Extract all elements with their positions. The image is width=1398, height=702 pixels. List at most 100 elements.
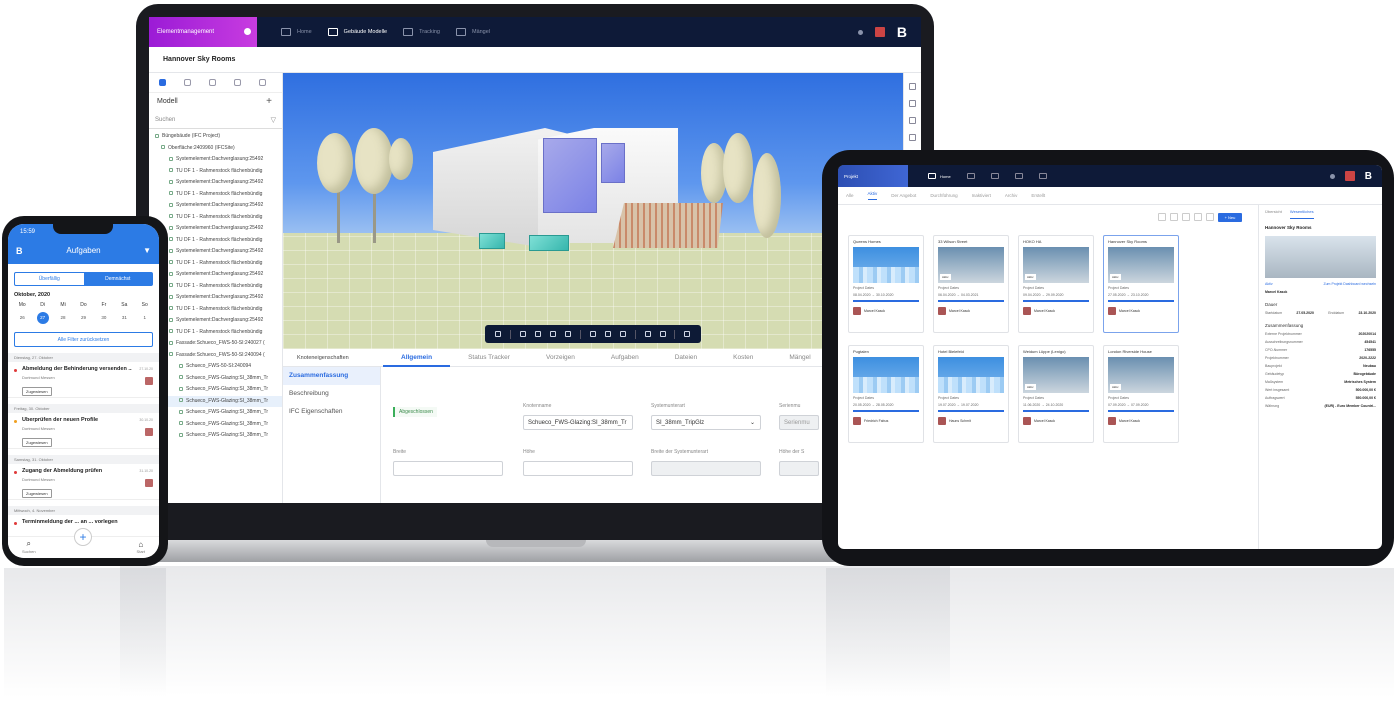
- project-card[interactable]: Hannover Sky Rooms Aktiv Project Dates 27.0…: [1103, 235, 1179, 333]
- tree-item[interactable]: Schueco_FWS-Glazing:SI_38mm_Tr: [149, 373, 282, 385]
- calendar-day[interactable]: Mo 26: [12, 302, 32, 324]
- tree-item[interactable]: Systemelement:Dachverglasung:25492: [149, 315, 282, 327]
- grid-tab-icon[interactable]: [259, 79, 266, 86]
- tree-item[interactable]: Schueco_FWS-Glazing:SI_38mm_Tr: [149, 430, 282, 442]
- app-selector-dropdown[interactable]: Elementmanagement: [149, 17, 257, 47]
- tab-status-tracker[interactable]: Status Tracker: [450, 354, 528, 361]
- tree-item[interactable]: Schueco_FWS-Glazing:SI_38mm_Tr: [149, 395, 282, 407]
- serie-field[interactable]: Serienmu: [779, 415, 819, 430]
- project-card[interactable]: Weidum Lüppe (Lenigo) Aktiv Project Dates 1…: [1018, 345, 1094, 443]
- menu-icon[interactable]: [495, 331, 502, 337]
- nav-building-models[interactable]: Gebäude Modelle: [327, 17, 387, 47]
- section-summary[interactable]: Zusammenfassung: [283, 367, 380, 385]
- project-card[interactable]: London Riverside House Aktiv Project Dates…: [1103, 345, 1179, 443]
- filter-icon[interactable]: ▽: [271, 116, 276, 124]
- tree-item[interactable]: Fassade:Schueco_FWS-50-SI:240027 (: [149, 338, 282, 350]
- breite-field[interactable]: [393, 461, 503, 476]
- tree-item[interactable]: Büngebäude (IFC Project): [149, 131, 282, 143]
- tab-inactive[interactable]: Inaktiviert: [972, 193, 991, 198]
- tab-files[interactable]: Dateien: [657, 354, 715, 361]
- box-icon[interactable]: [535, 331, 542, 337]
- tree-item[interactable]: TU DF 1 - Rahmenstock flächenbündig: [149, 304, 282, 316]
- tree-item[interactable]: TU DF 1 - Rahmenstock flächenbündig: [149, 235, 282, 247]
- knotenname-field[interactable]: Schueco_FWS-Glazing:SI_38mm_Tr: [523, 415, 633, 430]
- tree-item[interactable]: Schueco_FWS-50-SI:240094: [149, 361, 282, 373]
- tab-tasks[interactable]: Aufgaben: [593, 354, 657, 361]
- reset-filters-button[interactable]: Alle Filter zurücksetzen: [14, 332, 153, 347]
- avatar[interactable]: [874, 27, 885, 37]
- tree-item[interactable]: Systemelement:Dachverglasung:25492: [149, 246, 282, 258]
- filter-icon[interactable]: ▼: [143, 246, 151, 255]
- layers-tab-icon[interactable]: [184, 79, 191, 86]
- new-project-button[interactable]: + Neu: [1218, 213, 1242, 222]
- section-icon[interactable]: [565, 331, 572, 337]
- tab-show[interactable]: Vorzeigen: [528, 354, 593, 361]
- print-tab-icon[interactable]: [234, 79, 241, 86]
- tab-essentials[interactable]: Wesentliches: [1289, 209, 1314, 219]
- project-card[interactable]: Hotel Bielefeld Aktiv Project Dates 19.07.2…: [933, 345, 1009, 443]
- eye-icon[interactable]: [684, 331, 691, 337]
- tree-item[interactable]: TU DF 1 - Rahmenstock flächenbündig: [149, 212, 282, 224]
- building-icon[interactable]: [966, 173, 975, 179]
- settings-icon[interactable]: [857, 29, 863, 35]
- tree-item[interactable]: Schueco_FWS-Glazing:SI_38mm_Tr: [149, 407, 282, 419]
- nav-search[interactable]: ⌕ Suchen: [22, 539, 36, 554]
- tree-item[interactable]: Schueco_FWS-Glazing:SI_38mm_Tr: [149, 419, 282, 431]
- tree-item[interactable]: Systemelement:Dachverglasung:25492: [149, 292, 282, 304]
- home-icon[interactable]: [928, 173, 936, 179]
- tree-item[interactable]: Systemelement:Dachverglasung:25492: [149, 200, 282, 212]
- task-item[interactable]: Überprüfen der neuen Profile Dortmund Mes…: [8, 413, 159, 449]
- toggle-overdue[interactable]: Überfällig: [15, 273, 84, 285]
- dashboard-link[interactable]: Zum Projekt Dashboard wechseln: [1323, 282, 1376, 286]
- tab-active[interactable]: Aktiv: [867, 191, 878, 200]
- systemunterart-select[interactable]: SI_38mm_TripGlz ⌄: [651, 415, 761, 430]
- list-icon[interactable]: [909, 117, 916, 124]
- tab-all[interactable]: Alle: [846, 193, 854, 198]
- cube-icon[interactable]: [659, 331, 666, 337]
- project-card[interactable]: 33 Wilson Street Aktiv Project Dates 06.04.…: [933, 235, 1009, 333]
- calendar-day[interactable]: Do 29: [73, 302, 93, 324]
- settings-icon[interactable]: [1329, 173, 1335, 179]
- fit-icon[interactable]: [520, 331, 527, 337]
- tab-offer[interactable]: Der Angebot: [891, 193, 916, 198]
- tab-overview[interactable]: Übersicht: [1265, 209, 1282, 219]
- defect-icon[interactable]: [1014, 173, 1023, 179]
- list-view-icon[interactable]: [1170, 213, 1178, 221]
- calendar-day[interactable]: So 1: [135, 302, 155, 324]
- fullscreen-icon[interactable]: [550, 331, 557, 337]
- more-icon[interactable]: [1158, 213, 1166, 221]
- map-view-icon[interactable]: [1206, 213, 1214, 221]
- nav-start[interactable]: ⌂ Start: [137, 540, 145, 554]
- tab-archive[interactable]: Archiv: [1005, 193, 1018, 198]
- hoehe-field[interactable]: [523, 461, 633, 476]
- tree-item[interactable]: Systemelement:Dachverglasung:25492: [149, 154, 282, 166]
- person-icon[interactable]: [604, 331, 611, 337]
- project-card[interactable]: Queens Homes Aktiv Project Dates 08.04.2020…: [848, 235, 924, 333]
- calendar-day[interactable]: Di 27: [32, 302, 52, 324]
- tree-item[interactable]: TU DF 1 - Rahmenstock flächenbündig: [149, 189, 282, 201]
- project-card[interactable]: HOKO HA Aktiv Project Dates 09.04.2020 → 29…: [1018, 235, 1094, 333]
- tree-item[interactable]: Systemelement:Dachverglasung:25492: [149, 177, 282, 189]
- tracking-icon[interactable]: [990, 173, 999, 179]
- tree-item[interactable]: Schueco_FWS-Glazing:SI_38mm_Tr: [149, 384, 282, 396]
- calendar-day[interactable]: Fr 30: [94, 302, 114, 324]
- breite-system-field[interactable]: [651, 461, 761, 476]
- tab-execution[interactable]: Durchführung: [930, 193, 957, 198]
- paint-icon[interactable]: [644, 331, 651, 337]
- tab-costs[interactable]: Kosten: [715, 354, 771, 361]
- search-input[interactable]: Suchen ▽: [149, 113, 282, 129]
- tab-defects[interactable]: Mängel: [771, 354, 828, 361]
- tab-created[interactable]: Erstellt: [1031, 193, 1045, 198]
- task-item[interactable]: Abmeldung der Behinderung versenden ... D…: [8, 362, 159, 398]
- lock-icon[interactable]: [1038, 173, 1047, 179]
- filter-tab-icon[interactable]: [209, 79, 216, 86]
- grid-view-icon[interactable]: [1182, 213, 1190, 221]
- settings-icon[interactable]: [909, 134, 916, 141]
- task-item[interactable]: Zugang der Abmeldung prüfen Dortmund Mess…: [8, 464, 159, 500]
- tab-general[interactable]: Allgemein: [383, 349, 451, 367]
- download-icon[interactable]: [909, 83, 916, 90]
- tablet-app-selector[interactable]: Projekt: [838, 165, 908, 187]
- add-icon[interactable]: +: [266, 96, 272, 107]
- model-tab-icon[interactable]: [159, 79, 166, 86]
- measure-icon[interactable]: [589, 331, 596, 337]
